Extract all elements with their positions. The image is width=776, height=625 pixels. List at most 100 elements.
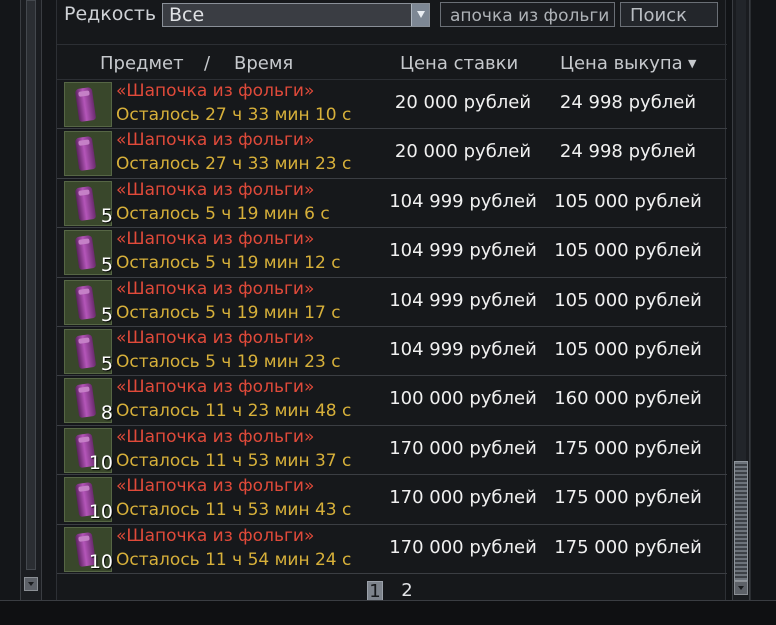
time-left: Осталось 5 ч 19 мин 6 с [116, 203, 330, 224]
table-row[interactable]: «Шапочка из фольги» Осталось 27 ч 33 мин … [57, 129, 727, 179]
page-2-button[interactable]: 2 [399, 581, 415, 601]
item-can-graphic [74, 136, 97, 172]
bid-price: 100 000 рублей [389, 388, 537, 410]
search-button[interactable]: Поиск [620, 2, 718, 27]
time-left: Осталось 11 ч 54 мин 24 с [116, 549, 352, 570]
buyout-price: 105 000 рублей [554, 289, 702, 311]
column-time[interactable]: Время [234, 53, 293, 74]
column-separator: / [204, 53, 211, 74]
dropdown-arrow-icon[interactable] [411, 4, 429, 26]
item-count: 8 [100, 402, 113, 425]
time-left: Осталось 27 ч 33 мин 10 с [116, 105, 352, 125]
item-can-graphic [74, 284, 97, 320]
sort-descending-icon[interactable]: ▼ [688, 57, 696, 70]
search-input-value: апочка из фольги [450, 6, 610, 26]
bid-price: 104 999 рублей [389, 338, 537, 360]
item-name: «Шапочка из фольги» [116, 81, 315, 101]
bid-price: 104 999 рублей [389, 240, 537, 262]
time-left: Осталось 11 ч 53 мин 37 с [116, 450, 352, 471]
foil-hat-can-icon[interactable]: 8 [64, 378, 113, 425]
item-can-graphic [74, 185, 97, 221]
foil-hat-can-icon[interactable]: 10 [64, 477, 113, 524]
item-can-graphic [74, 333, 97, 369]
item-name: «Шапочка из фольги» [116, 179, 315, 200]
item-name: «Шапочка из фольги» [116, 278, 315, 299]
item-name: «Шапочка из фольги» [116, 525, 315, 546]
table-row[interactable]: 10 «Шапочка из фольги» Осталось 11 ч 53 ми… [57, 426, 727, 476]
time-left: Осталось 5 ч 19 мин 17 с [116, 302, 341, 323]
time-left: Осталось 5 ч 19 мин 12 с [116, 253, 341, 274]
foil-hat-can-icon[interactable]: 5 [64, 180, 113, 227]
search-input[interactable]: апочка из фольги [440, 2, 615, 27]
item-can-graphic [74, 86, 97, 123]
table-header: Предмет / Время Цена ставки Цена выкупа … [57, 44, 727, 80]
item-count: 5 [100, 204, 113, 227]
buyout-price: 105 000 рублей [554, 190, 702, 212]
scroll-down-arrow-icon[interactable] [734, 581, 748, 595]
right-frame [750, 0, 776, 600]
item-count: 10 [88, 451, 113, 474]
buyout-price: 175 000 рублей [554, 536, 702, 558]
foil-hat-can-icon[interactable]: 5 [64, 279, 113, 326]
bottom-bar [0, 600, 776, 625]
right-scrollbar[interactable] [732, 0, 750, 600]
bid-price: 170 000 рублей [389, 437, 537, 459]
table-row[interactable]: «Шапочка из фольги» Осталось 27 ч 33 мин … [57, 80, 727, 130]
item-name: «Шапочка из фольги» [116, 377, 315, 398]
foil-hat-can-icon[interactable]: 5 [64, 230, 113, 277]
foil-hat-can-icon[interactable] [64, 82, 112, 127]
table-row[interactable]: 10 «Шапочка из фольги» Осталось 11 ч 53 ми… [57, 475, 727, 525]
time-left: Осталось 11 ч 23 мин 48 с [116, 401, 352, 422]
item-can-graphic [74, 235, 97, 271]
item-name: «Шапочка из фольги» [116, 229, 315, 250]
item-name: «Шапочка из фольги» [116, 476, 315, 497]
left-scrollbar-track[interactable] [26, 0, 36, 570]
column-bid-price[interactable]: Цена ставки [400, 53, 518, 74]
buyout-price: 160 000 рублей [554, 388, 702, 410]
item-count: 5 [100, 303, 113, 326]
filter-bar: Редкость Все апочка из фольги Поиск [57, 0, 727, 36]
left-frame [0, 0, 56, 625]
column-item[interactable]: Предмет [100, 53, 184, 74]
column-buyout-price[interactable]: Цена выкупа [560, 53, 683, 74]
item-name: «Шапочка из фольги» [116, 327, 315, 348]
page-1-button[interactable]: 1 [367, 581, 383, 602]
bid-price: 170 000 рублей [389, 536, 537, 558]
item-name: «Шапочка из фольги» [116, 426, 315, 447]
time-left: Осталось 5 ч 19 мин 23 с [116, 351, 341, 372]
table-row[interactable]: 5 «Шапочка из фольги» Осталось 5 ч 19 мин … [57, 228, 727, 278]
buyout-price: 175 000 рублей [554, 487, 702, 509]
foil-hat-can-icon[interactable]: 10 [64, 427, 113, 474]
buyout-price: 105 000 рублей [554, 338, 702, 360]
right-scrollbar-thumb[interactable] [734, 461, 748, 581]
item-count: 5 [100, 352, 113, 375]
buyout-price: 24 998 рублей [559, 92, 697, 113]
buyout-price: 105 000 рублей [554, 240, 702, 262]
item-count: 10 [88, 550, 113, 573]
rarity-select-value: Все [169, 4, 205, 26]
item-name: «Шапочка из фольги» [116, 130, 315, 151]
item-count: 5 [100, 254, 113, 277]
foil-hat-can-icon[interactable]: 10 [64, 526, 113, 573]
rarity-label: Редкость [64, 3, 157, 25]
table-row[interactable]: 10 «Шапочка из фольги» Осталось 11 ч 54 ми… [57, 525, 727, 574]
item-count: 10 [88, 501, 113, 524]
left-scrollbar[interactable] [20, 0, 42, 600]
table-row[interactable]: 5 «Шапочка из фольги» Осталось 5 ч 19 мин … [57, 327, 727, 377]
auction-panel: Редкость Все апочка из фольги Поиск Пред… [56, 0, 727, 604]
search-button-label: Поиск [630, 5, 688, 26]
scroll-down-arrow-icon[interactable] [24, 577, 38, 591]
buyout-price: 24 998 рублей [559, 141, 697, 163]
bid-price: 20 000 рублей [394, 141, 532, 163]
bid-price: 104 999 рублей [389, 190, 537, 212]
listings-table: «Шапочка из фольги» Осталось 27 ч 33 мин … [57, 80, 727, 574]
table-row[interactable]: 8 «Шапочка из фольги» Осталось 11 ч 23 мин… [57, 376, 727, 426]
rarity-select[interactable]: Все [162, 3, 430, 27]
foil-hat-can-icon[interactable]: 5 [64, 328, 113, 375]
table-row[interactable]: 5 «Шапочка из фольги» Осталось 5 ч 19 мин … [57, 278, 727, 327]
foil-hat-can-icon[interactable] [64, 131, 112, 177]
bid-price: 20 000 рублей [394, 92, 532, 113]
table-row[interactable]: 5 «Шапочка из фольги» Осталось 5 ч 19 мин … [57, 179, 727, 229]
time-left: Осталось 27 ч 33 мин 23 с [116, 154, 352, 175]
bid-price: 104 999 рублей [389, 289, 537, 311]
